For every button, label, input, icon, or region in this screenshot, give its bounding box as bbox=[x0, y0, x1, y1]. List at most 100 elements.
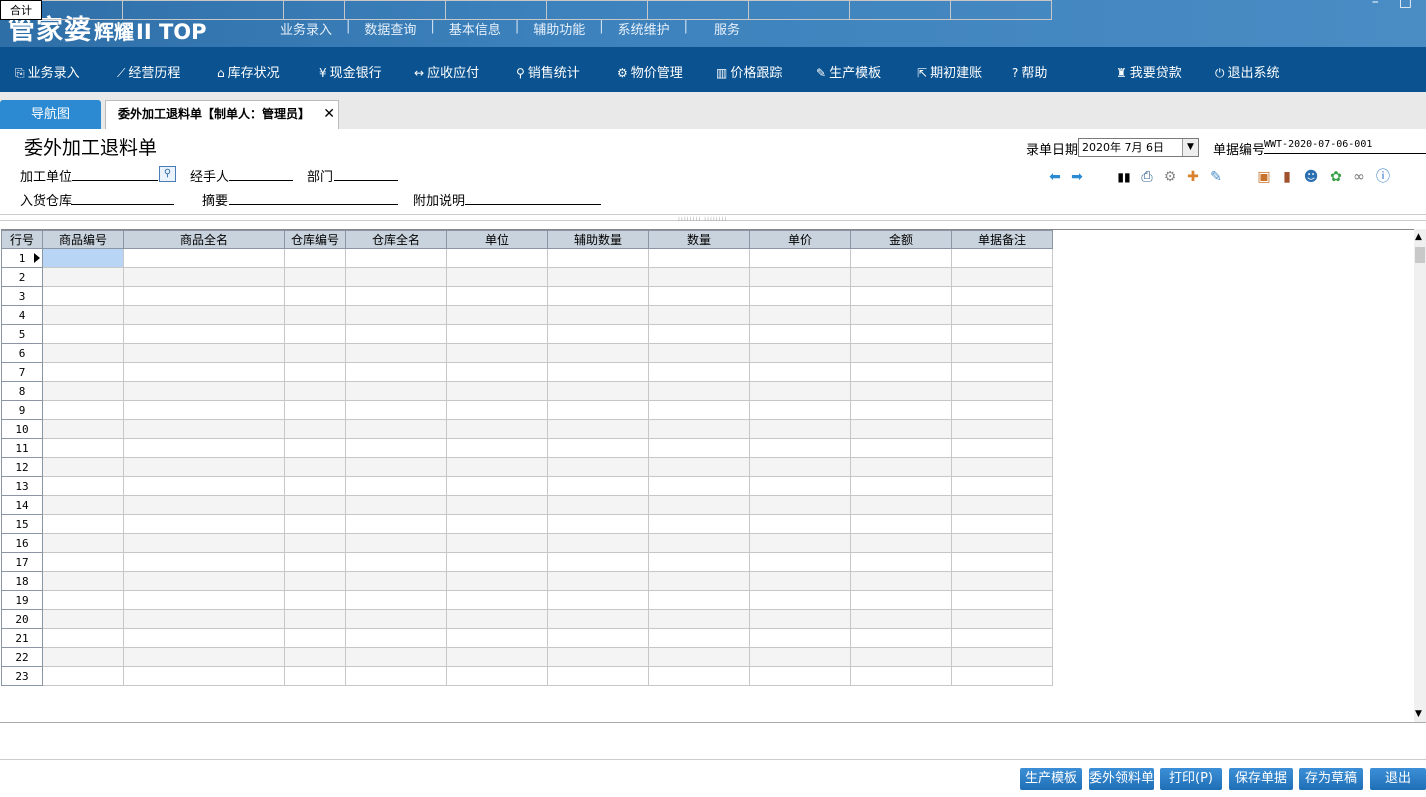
scroll-down-icon[interactable]: ▼ bbox=[1415, 709, 1422, 719]
grid-col-header[interactable]: 数量 bbox=[648, 230, 750, 249]
grid-cell[interactable] bbox=[547, 419, 649, 439]
grid-cell[interactable] bbox=[284, 571, 346, 591]
grid-cell[interactable] bbox=[749, 400, 851, 420]
grid-cell[interactable] bbox=[850, 381, 952, 401]
grid-cell[interactable] bbox=[345, 495, 447, 515]
grid-cell[interactable] bbox=[648, 609, 750, 629]
grid-cell[interactable] bbox=[648, 476, 750, 496]
grid-cell[interactable] bbox=[284, 343, 346, 363]
grid-cell[interactable] bbox=[951, 609, 1053, 629]
nav-cash-bank[interactable]: ¥ 现金银行 bbox=[319, 62, 382, 81]
grid-cell[interactable] bbox=[547, 552, 649, 572]
printer-icon[interactable]: ⎙ bbox=[1138, 168, 1156, 186]
grid-cell[interactable] bbox=[648, 381, 750, 401]
grid-cell[interactable] bbox=[547, 476, 649, 496]
grid-cell[interactable] bbox=[749, 514, 851, 534]
grid-cell[interactable] bbox=[749, 552, 851, 572]
arrow-right-icon[interactable]: ➡ bbox=[1068, 168, 1086, 186]
grid-cell[interactable] bbox=[446, 286, 548, 306]
grid-cell[interactable] bbox=[284, 248, 346, 268]
grid-cell[interactable] bbox=[547, 362, 649, 382]
grid-cell[interactable] bbox=[951, 647, 1053, 667]
table-row[interactable]: 21 bbox=[1, 628, 1053, 648]
grid-cell[interactable] bbox=[123, 362, 285, 382]
grid-cell[interactable] bbox=[850, 571, 952, 591]
nav-exit-system[interactable]: ⏻ 退出系统 bbox=[1215, 62, 1280, 81]
grid-cell[interactable] bbox=[284, 666, 346, 686]
grid-cell[interactable] bbox=[648, 400, 750, 420]
topmenu-entry[interactable]: 业务录入 bbox=[266, 19, 346, 38]
nav-sales-stats[interactable]: ⚲ 销售统计 bbox=[516, 62, 580, 81]
grid-cell[interactable] bbox=[345, 381, 447, 401]
grid-cell[interactable] bbox=[42, 286, 124, 306]
grid-cell[interactable] bbox=[345, 248, 447, 268]
grid-cell[interactable] bbox=[123, 647, 285, 667]
grid-cell[interactable] bbox=[345, 647, 447, 667]
barcode-icon[interactable]: ▮▮ bbox=[1115, 168, 1133, 186]
grid-cell[interactable] bbox=[345, 666, 447, 686]
summary-input[interactable] bbox=[229, 191, 398, 205]
grid-cell[interactable] bbox=[123, 286, 285, 306]
nav-history[interactable]: ⟋ 经营历程 bbox=[117, 62, 180, 81]
grid-cell[interactable] bbox=[123, 552, 285, 572]
grid-cell[interactable] bbox=[284, 419, 346, 439]
grid-cell[interactable] bbox=[345, 343, 447, 363]
grid-cell[interactable] bbox=[42, 267, 124, 287]
grid-cell[interactable] bbox=[648, 628, 750, 648]
grid-cell[interactable] bbox=[951, 343, 1053, 363]
grid-cell[interactable] bbox=[42, 343, 124, 363]
grid-cell[interactable] bbox=[42, 419, 124, 439]
grid-col-header[interactable]: 行号 bbox=[1, 230, 43, 249]
grid-cell[interactable] bbox=[648, 495, 750, 515]
grid-cell[interactable] bbox=[284, 514, 346, 534]
grid-cell[interactable] bbox=[951, 457, 1053, 477]
grid-cell[interactable] bbox=[749, 248, 851, 268]
grid-cell[interactable] bbox=[42, 533, 124, 553]
grid-cell[interactable] bbox=[850, 438, 952, 458]
table-row[interactable]: 17 bbox=[1, 552, 1053, 572]
grid-cell[interactable] bbox=[648, 666, 750, 686]
grid-cell[interactable] bbox=[42, 305, 124, 325]
grid-cell[interactable] bbox=[547, 324, 649, 344]
topmenu-aux[interactable]: 辅助功能 bbox=[519, 19, 599, 38]
grid-cell[interactable] bbox=[951, 590, 1053, 610]
note-input[interactable] bbox=[465, 191, 601, 205]
grid-cell[interactable] bbox=[284, 457, 346, 477]
grid-cell[interactable] bbox=[42, 476, 124, 496]
grid-cell[interactable] bbox=[42, 248, 124, 268]
grid-cell[interactable] bbox=[123, 419, 285, 439]
grid-cell[interactable] bbox=[850, 248, 952, 268]
nav-help[interactable]: ? 帮助 bbox=[1012, 62, 1047, 81]
grid-cell[interactable] bbox=[749, 476, 851, 496]
grid-cell[interactable] bbox=[547, 533, 649, 553]
grid-cell[interactable] bbox=[547, 666, 649, 686]
grid-col-header[interactable]: 仓库全名 bbox=[345, 230, 447, 249]
scroll-up-icon[interactable]: ▲ bbox=[1415, 232, 1422, 242]
grid-cell[interactable] bbox=[123, 400, 285, 420]
table-row[interactable]: 8 bbox=[1, 381, 1053, 401]
production-template-button[interactable]: 生产模板 bbox=[1020, 768, 1082, 790]
grid-cell[interactable] bbox=[850, 457, 952, 477]
table-row[interactable]: 4 bbox=[1, 305, 1053, 325]
grid-cell[interactable] bbox=[749, 324, 851, 344]
grid-cell[interactable] bbox=[850, 343, 952, 363]
grid-cell[interactable] bbox=[951, 495, 1053, 515]
grid-col-header[interactable]: 商品全名 bbox=[123, 230, 285, 249]
grid-cell[interactable] bbox=[850, 476, 952, 496]
grid-cell[interactable] bbox=[284, 628, 346, 648]
grid-cell[interactable] bbox=[850, 590, 952, 610]
table-row[interactable]: 13 bbox=[1, 476, 1053, 496]
grid-cell[interactable] bbox=[749, 609, 851, 629]
grid-cell[interactable] bbox=[123, 514, 285, 534]
grid-cell[interactable] bbox=[648, 514, 750, 534]
grid-cell[interactable] bbox=[446, 571, 548, 591]
nav-price-track[interactable]: ▥ 价格跟踪 bbox=[716, 62, 782, 81]
processing-unit-input[interactable] bbox=[72, 167, 158, 181]
grid-cell[interactable] bbox=[42, 381, 124, 401]
grid-cell[interactable] bbox=[42, 666, 124, 686]
table-row[interactable]: 10 bbox=[1, 419, 1053, 439]
grid-cell[interactable] bbox=[345, 286, 447, 306]
grid-cell[interactable] bbox=[547, 286, 649, 306]
grid-cell[interactable] bbox=[345, 362, 447, 382]
grid-cell[interactable] bbox=[345, 438, 447, 458]
